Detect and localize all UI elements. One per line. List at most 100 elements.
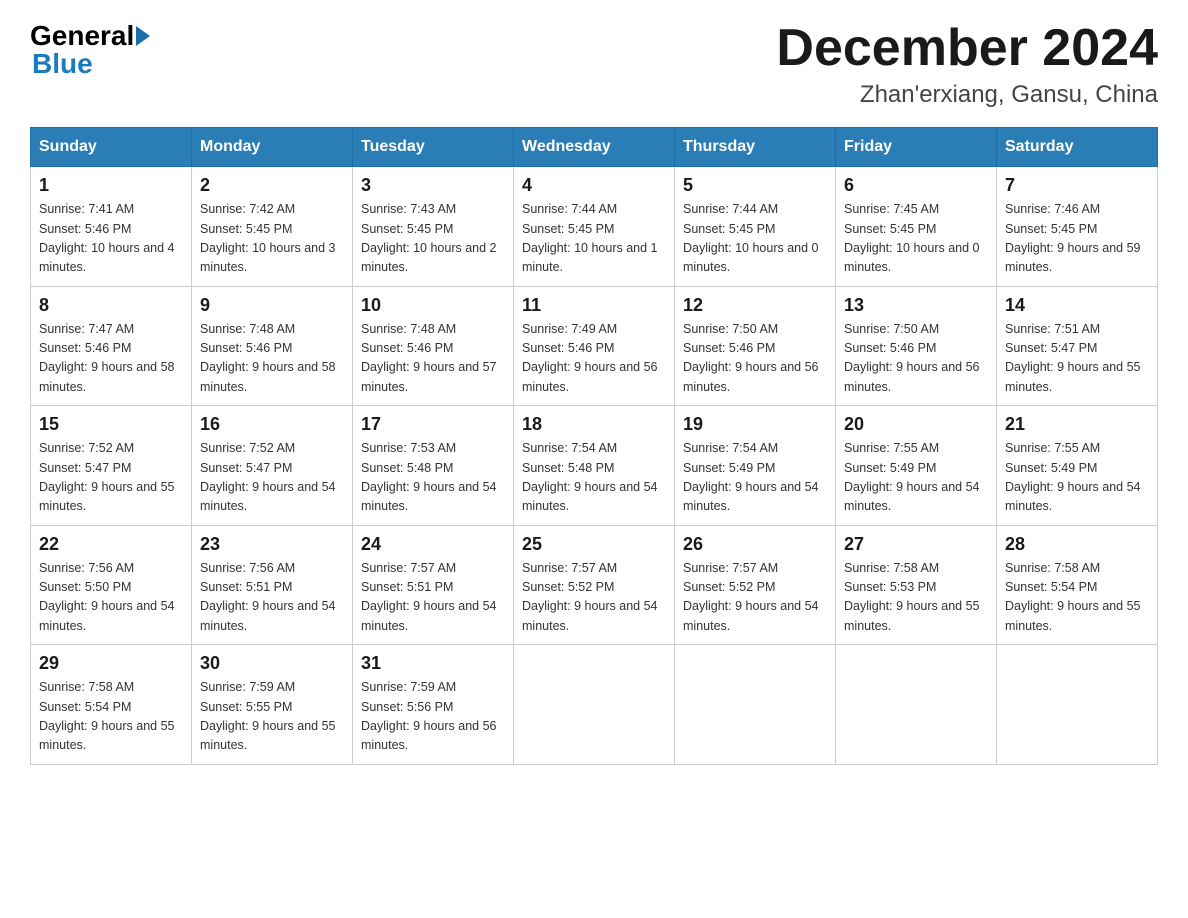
calendar-cell [997,645,1158,765]
day-info: Sunrise: 7:56 AMSunset: 5:50 PMDaylight:… [39,561,175,633]
day-number: 23 [200,534,344,555]
day-info: Sunrise: 7:48 AMSunset: 5:46 PMDaylight:… [200,322,336,394]
day-number: 2 [200,175,344,196]
day-info: Sunrise: 7:51 AMSunset: 5:47 PMDaylight:… [1005,322,1141,394]
calendar-cell: 8 Sunrise: 7:47 AMSunset: 5:46 PMDayligh… [31,286,192,406]
calendar-week-5: 29 Sunrise: 7:58 AMSunset: 5:54 PMDaylig… [31,645,1158,765]
day-number: 19 [683,414,827,435]
day-number: 3 [361,175,505,196]
page-header: General Blue December 2024 Zhan'erxiang,… [30,20,1158,109]
day-info: Sunrise: 7:59 AMSunset: 5:55 PMDaylight:… [200,680,336,752]
calendar-week-3: 15 Sunrise: 7:52 AMSunset: 5:47 PMDaylig… [31,406,1158,526]
day-number: 4 [522,175,666,196]
day-info: Sunrise: 7:49 AMSunset: 5:46 PMDaylight:… [522,322,658,394]
day-info: Sunrise: 7:50 AMSunset: 5:46 PMDaylight:… [683,322,819,394]
day-number: 30 [200,653,344,674]
calendar-cell [514,645,675,765]
day-info: Sunrise: 7:56 AMSunset: 5:51 PMDaylight:… [200,561,336,633]
calendar-cell: 19 Sunrise: 7:54 AMSunset: 5:49 PMDaylig… [675,406,836,526]
day-info: Sunrise: 7:58 AMSunset: 5:53 PMDaylight:… [844,561,980,633]
day-info: Sunrise: 7:45 AMSunset: 5:45 PMDaylight:… [844,202,980,274]
calendar-cell: 15 Sunrise: 7:52 AMSunset: 5:47 PMDaylig… [31,406,192,526]
day-number: 9 [200,295,344,316]
day-info: Sunrise: 7:57 AMSunset: 5:52 PMDaylight:… [522,561,658,633]
day-number: 15 [39,414,183,435]
day-number: 24 [361,534,505,555]
calendar-cell: 12 Sunrise: 7:50 AMSunset: 5:46 PMDaylig… [675,286,836,406]
calendar-cell: 29 Sunrise: 7:58 AMSunset: 5:54 PMDaylig… [31,645,192,765]
calendar-cell: 3 Sunrise: 7:43 AMSunset: 5:45 PMDayligh… [353,167,514,287]
calendar-cell: 18 Sunrise: 7:54 AMSunset: 5:48 PMDaylig… [514,406,675,526]
calendar-cell: 27 Sunrise: 7:58 AMSunset: 5:53 PMDaylig… [836,525,997,645]
day-number: 18 [522,414,666,435]
calendar-cell [675,645,836,765]
calendar-cell: 23 Sunrise: 7:56 AMSunset: 5:51 PMDaylig… [192,525,353,645]
day-info: Sunrise: 7:55 AMSunset: 5:49 PMDaylight:… [1005,441,1141,513]
calendar-cell: 30 Sunrise: 7:59 AMSunset: 5:55 PMDaylig… [192,645,353,765]
calendar-cell: 6 Sunrise: 7:45 AMSunset: 5:45 PMDayligh… [836,167,997,287]
calendar-week-1: 1 Sunrise: 7:41 AMSunset: 5:46 PMDayligh… [31,167,1158,287]
header-monday: Monday [192,128,353,167]
calendar-cell: 11 Sunrise: 7:49 AMSunset: 5:46 PMDaylig… [514,286,675,406]
day-number: 10 [361,295,505,316]
calendar-week-2: 8 Sunrise: 7:47 AMSunset: 5:46 PMDayligh… [31,286,1158,406]
header-friday: Friday [836,128,997,167]
day-number: 21 [1005,414,1149,435]
header-tuesday: Tuesday [353,128,514,167]
calendar-cell: 26 Sunrise: 7:57 AMSunset: 5:52 PMDaylig… [675,525,836,645]
day-number: 1 [39,175,183,196]
calendar-cell: 16 Sunrise: 7:52 AMSunset: 5:47 PMDaylig… [192,406,353,526]
calendar-table: SundayMondayTuesdayWednesdayThursdayFrid… [30,127,1158,765]
day-number: 25 [522,534,666,555]
day-info: Sunrise: 7:59 AMSunset: 5:56 PMDaylight:… [361,680,497,752]
location-title: Zhan'erxiang, Gansu, China [776,81,1158,109]
day-info: Sunrise: 7:50 AMSunset: 5:46 PMDaylight:… [844,322,980,394]
day-number: 5 [683,175,827,196]
header-thursday: Thursday [675,128,836,167]
day-number: 29 [39,653,183,674]
day-info: Sunrise: 7:53 AMSunset: 5:48 PMDaylight:… [361,441,497,513]
title-area: December 2024 Zhan'erxiang, Gansu, China [776,20,1158,109]
day-info: Sunrise: 7:58 AMSunset: 5:54 PMDaylight:… [39,680,175,752]
day-number: 22 [39,534,183,555]
calendar-cell: 9 Sunrise: 7:48 AMSunset: 5:46 PMDayligh… [192,286,353,406]
day-number: 13 [844,295,988,316]
day-number: 7 [1005,175,1149,196]
day-number: 26 [683,534,827,555]
calendar-cell: 4 Sunrise: 7:44 AMSunset: 5:45 PMDayligh… [514,167,675,287]
calendar-cell: 10 Sunrise: 7:48 AMSunset: 5:46 PMDaylig… [353,286,514,406]
calendar-cell: 5 Sunrise: 7:44 AMSunset: 5:45 PMDayligh… [675,167,836,287]
calendar-week-4: 22 Sunrise: 7:56 AMSunset: 5:50 PMDaylig… [31,525,1158,645]
logo-blue-text: Blue [32,48,93,80]
calendar-cell: 21 Sunrise: 7:55 AMSunset: 5:49 PMDaylig… [997,406,1158,526]
calendar-cell: 1 Sunrise: 7:41 AMSunset: 5:46 PMDayligh… [31,167,192,287]
calendar-cell: 31 Sunrise: 7:59 AMSunset: 5:56 PMDaylig… [353,645,514,765]
day-info: Sunrise: 7:43 AMSunset: 5:45 PMDaylight:… [361,202,497,274]
calendar-header-row: SundayMondayTuesdayWednesdayThursdayFrid… [31,128,1158,167]
calendar-cell [836,645,997,765]
day-info: Sunrise: 7:44 AMSunset: 5:45 PMDaylight:… [683,202,819,274]
day-number: 16 [200,414,344,435]
day-info: Sunrise: 7:48 AMSunset: 5:46 PMDaylight:… [361,322,497,394]
calendar-cell: 25 Sunrise: 7:57 AMSunset: 5:52 PMDaylig… [514,525,675,645]
day-info: Sunrise: 7:46 AMSunset: 5:45 PMDaylight:… [1005,202,1141,274]
day-info: Sunrise: 7:42 AMSunset: 5:45 PMDaylight:… [200,202,336,274]
calendar-cell: 13 Sunrise: 7:50 AMSunset: 5:46 PMDaylig… [836,286,997,406]
day-info: Sunrise: 7:52 AMSunset: 5:47 PMDaylight:… [200,441,336,513]
calendar-cell: 7 Sunrise: 7:46 AMSunset: 5:45 PMDayligh… [997,167,1158,287]
day-number: 27 [844,534,988,555]
logo: General Blue [30,20,152,80]
day-number: 8 [39,295,183,316]
day-number: 28 [1005,534,1149,555]
day-info: Sunrise: 7:54 AMSunset: 5:49 PMDaylight:… [683,441,819,513]
day-info: Sunrise: 7:54 AMSunset: 5:48 PMDaylight:… [522,441,658,513]
day-info: Sunrise: 7:58 AMSunset: 5:54 PMDaylight:… [1005,561,1141,633]
day-info: Sunrise: 7:44 AMSunset: 5:45 PMDaylight:… [522,202,658,274]
calendar-cell: 2 Sunrise: 7:42 AMSunset: 5:45 PMDayligh… [192,167,353,287]
header-wednesday: Wednesday [514,128,675,167]
calendar-cell: 20 Sunrise: 7:55 AMSunset: 5:49 PMDaylig… [836,406,997,526]
day-number: 6 [844,175,988,196]
day-number: 12 [683,295,827,316]
calendar-cell: 17 Sunrise: 7:53 AMSunset: 5:48 PMDaylig… [353,406,514,526]
logo-arrow-icon [136,26,150,46]
